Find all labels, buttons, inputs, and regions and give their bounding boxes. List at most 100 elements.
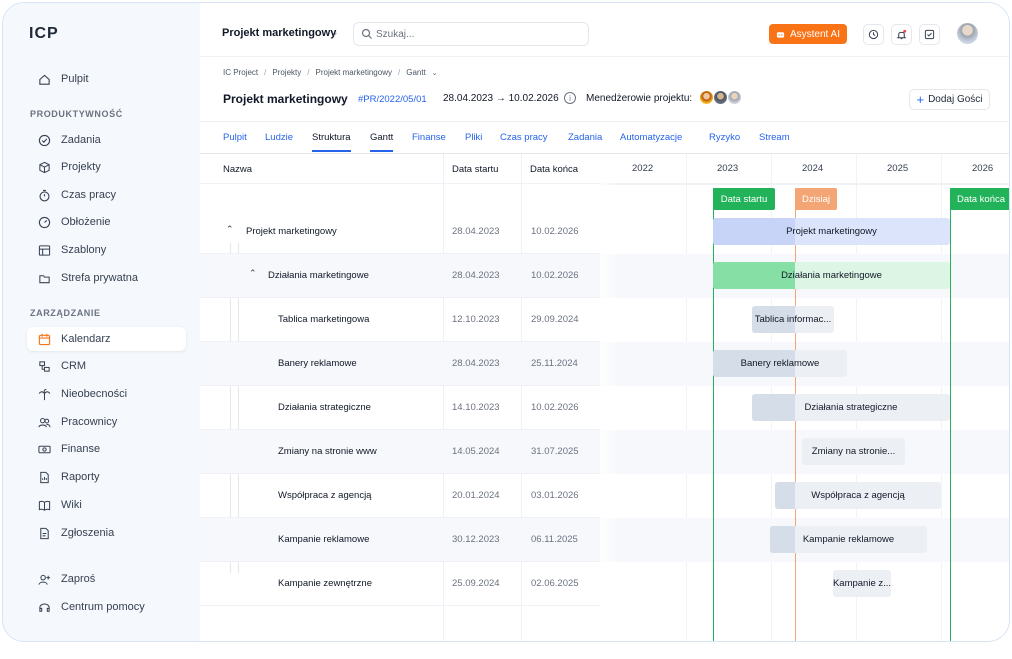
sidebar-item-projekty[interactable]: Projekty [27,155,186,179]
sidebar-item-raporty[interactable]: Raporty [27,465,186,489]
sidebar-section-products: PRODUKTYWNOŚĆ [30,109,123,119]
sidebar-item-pracownicy[interactable]: Pracownicy [27,410,186,434]
breadcrumb-item[interactable]: IC Project [223,68,258,77]
add-guests-button[interactable]: + Dodaj Gości [909,89,990,110]
row-end-date: 25.11.2024 [531,358,578,369]
row-name: Działania marketingowe [268,270,369,281]
row-name: Tablica marketingowa [278,314,370,325]
gantt-bar[interactable]: Działania strategiczne [752,394,950,421]
sidebar-item-wiki[interactable]: Wiki [27,493,186,517]
chevron-down-icon[interactable]: ⌄ [331,27,339,38]
gantt-bar[interactable]: Współpraca z agencją [775,482,941,509]
table-row[interactable]: Działania strategiczne 14.10.2023 10.02.20… [200,386,600,430]
gantt-bar[interactable]: Zmiany na stronie... [802,438,905,465]
table-row[interactable]: Kampanie zewnętrzne 25.09.2024 02.06.2025 [200,562,600,606]
sidebar-item-label: Finanse [61,443,101,455]
breadcrumb-item[interactable]: Gantt [406,68,426,77]
row-name: Kampanie zewnętrzne [278,578,372,589]
history-button[interactable] [863,24,884,45]
gantt-bar[interactable]: Kampanie z... [833,570,891,597]
project-dates: 28.04.2023 → 10.02.2026 [443,93,559,104]
sidebar-item-pulpit[interactable]: Pulpit [27,67,186,91]
tasks-button[interactable] [919,24,940,45]
home-icon [37,72,51,86]
tab-finanse[interactable]: Finanse [412,132,446,143]
sidebar-item-czas-pracy[interactable]: Czas pracy [27,183,186,207]
tab-gantt[interactable]: Gantt [370,132,394,152]
gantt-fade [600,154,618,641]
topbar: Projekt marketingowy ⌄ Szukaj... Asysten… [200,3,1009,57]
history-icon [868,29,879,40]
table-row[interactable]: ⌃ Działania marketingowe 28.04.2023 10.02.2… [200,254,600,298]
table-row[interactable]: Banery reklamowe 28.04.2023 25.11.2024 [200,342,600,386]
sidebar-item-zapros[interactable]: Zaproś [27,567,186,591]
gantt-bar[interactable]: Projekt marketingowy [713,218,950,245]
sidebar-item-szablony[interactable]: Szablony [27,238,186,262]
column-header-name[interactable]: Nazwa [223,164,252,175]
column-header-end[interactable]: Data końca [530,164,578,175]
tab-pulpit[interactable]: Pulpit [223,132,247,143]
tab-automatyzacje[interactable]: Automatyzacje [620,132,682,143]
gantt-year-label: 2025 [887,163,909,174]
sidebar-item-label: Wiki [61,499,82,511]
table-row[interactable]: Kampanie reklamowe 30.12.2023 06.11.2025 [200,518,600,562]
row-end-date: 10.02.2026 [531,402,579,413]
sidebar-item-nieobecnosci[interactable]: Nieobecności [27,382,186,406]
stopwatch-icon [37,188,51,202]
sidebar-item-kalendarz[interactable]: Kalendarz [27,327,186,351]
tab-czas-pracy[interactable]: Czas pracy [500,132,548,143]
sidebar-item-strefa-prywatna[interactable]: Strefa prywatna [27,266,186,290]
app-logo[interactable]: ICP [29,25,59,43]
gantt-bar-label: Kampanie reklamowe [802,534,895,545]
column-header-start[interactable]: Data startu [452,164,498,175]
info-icon[interactable]: i [564,92,576,104]
gantt-marker-line-end [950,188,951,641]
breadcrumb-item[interactable]: Projekty [272,68,301,77]
row-name: Współpraca z agencją [278,490,372,501]
table-row[interactable]: Współpraca z agencją 20.01.2024 03.01.2026 [200,474,600,518]
sidebar-item-label: Zgłoszenia [61,527,115,539]
chevron-down-icon[interactable]: ⌄ [432,69,438,77]
manager-avatar[interactable] [713,90,728,105]
breadcrumb-separator: / [264,68,267,77]
sidebar-item-obciazenie[interactable]: Obłożenie [27,210,186,234]
gantt-bar[interactable]: Tablica informac... [752,306,834,333]
add-guests-label: Dodaj Gości [928,94,983,105]
manager-avatar[interactable] [727,90,742,105]
tab-bar: Pulpit Ludzie Struktura Gantt Finanse Pl… [200,121,1009,154]
sidebar-item-zadania[interactable]: Zadania [27,128,186,152]
ai-assistant-button[interactable]: Asystent AI [769,24,847,44]
table-row[interactable]: Tablica marketingowa 12.10.2023 29.09.2024 [200,298,600,342]
tab-ryzyko[interactable]: Ryzyko [709,132,740,143]
table-row[interactable]: ⌃ Projekt marketingowy 28.04.2023 10.02.202… [200,210,600,254]
gantt-year-label: 2026 [972,163,994,174]
tab-struktura[interactable]: Struktura [312,132,351,152]
gantt-marker-end: Data końca [950,188,1009,210]
tab-pliki[interactable]: Pliki [465,132,482,143]
sidebar-item-centrum-pomocy[interactable]: Centrum pomocy [27,595,186,619]
sidebar-item-zgloszenia[interactable]: Zgłoszenia [27,521,186,545]
sidebar-item-finanse[interactable]: Finanse [27,437,186,461]
breadcrumb-item[interactable]: Projekt marketingowy [316,68,392,77]
project-select[interactable]: Projekt marketingowy [222,27,336,39]
gantt-bar[interactable]: Kampanie reklamowe [770,526,927,553]
sidebar-item-crm[interactable]: CRM [27,354,186,378]
ai-assistant-label: Asystent AI [789,28,841,40]
search-input[interactable]: Szukaj... [353,22,589,46]
tab-zadania[interactable]: Zadania [568,132,602,143]
gantt-bar-label: Działania strategiczne [804,402,898,413]
tab-stream[interactable]: Stream [759,132,790,143]
user-avatar[interactable] [957,23,978,44]
table-row[interactable]: Zmiany na stronie www 14.05.2024 31.07.202… [200,430,600,474]
collapse-caret-icon[interactable]: ⌃ [249,268,257,279]
gantt-row [600,562,1009,606]
tab-ludzie[interactable]: Ludzie [265,132,293,143]
gantt-bar[interactable]: Działania marketingowe [713,262,950,289]
gantt-bar[interactable]: Banery reklamowe [713,350,847,377]
collapse-caret-icon[interactable]: ⌃ [226,224,234,235]
notifications-button[interactable] [891,24,912,45]
template-icon [37,243,51,257]
users-icon [37,415,51,429]
manager-avatar[interactable] [699,90,714,105]
gantt-bar-label: Tablica informac... [754,314,832,325]
